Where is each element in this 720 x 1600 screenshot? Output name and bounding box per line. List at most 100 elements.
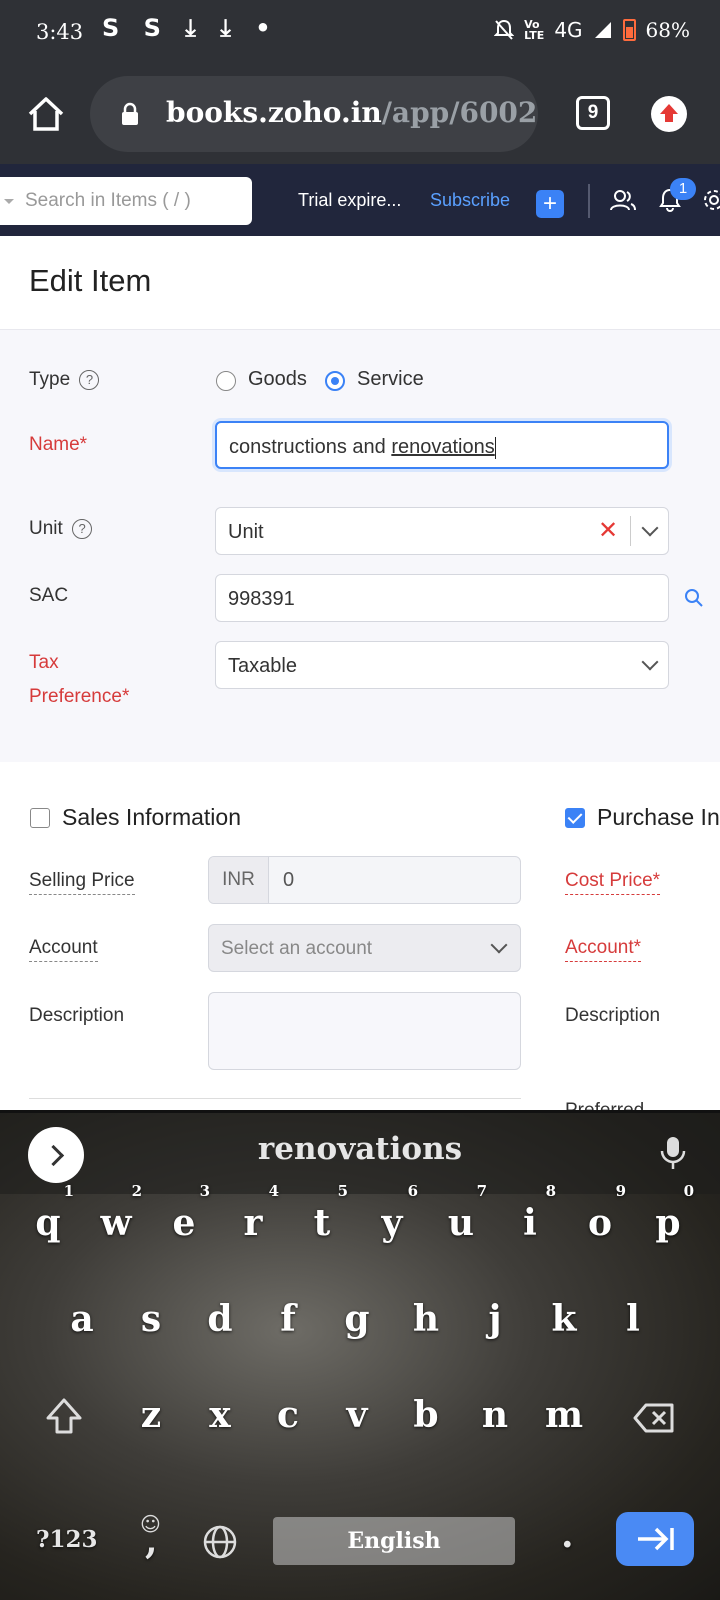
chevron-down-icon[interactable] — [641, 519, 659, 537]
users-icon[interactable] — [610, 188, 636, 212]
item-form: Type ? Goods Service Name* constructions… — [0, 330, 720, 762]
key-m[interactable]: m — [534, 1394, 594, 1436]
space-key[interactable]: English — [273, 1517, 515, 1565]
name-value-composing: renovations — [391, 436, 495, 458]
sales-info-checkbox[interactable] — [30, 808, 50, 828]
key-t[interactable]: 5t — [292, 1182, 352, 1244]
key-k[interactable]: k — [534, 1298, 594, 1340]
key-g[interactable]: g — [327, 1298, 387, 1340]
search-icon[interactable] — [684, 588, 704, 608]
key-u[interactable]: 7u — [431, 1182, 491, 1244]
key-label: i — [523, 1202, 537, 1244]
keyboard-suggestion-bar: renovations — [0, 1110, 720, 1194]
microphone-icon[interactable] — [660, 1135, 686, 1171]
help-icon[interactable]: ? — [79, 369, 100, 390]
chevron-down-icon[interactable] — [641, 653, 659, 671]
subscribe-link[interactable]: Subscribe — [430, 190, 510, 211]
key-label: q — [35, 1202, 61, 1244]
unit-select[interactable]: Unit ✕ — [215, 507, 669, 555]
key-a[interactable]: a — [52, 1298, 112, 1340]
tax-preference-select[interactable]: Taxable — [215, 641, 669, 689]
gear-icon[interactable] — [702, 188, 720, 212]
tax-value: Taxable — [228, 655, 297, 677]
quick-create-button[interactable]: + — [536, 190, 564, 218]
key-label: y — [381, 1202, 403, 1244]
globe-icon[interactable] — [202, 1524, 238, 1560]
url-text: books.zoho.in/app/600241 — [166, 96, 538, 129]
key-z[interactable]: z — [121, 1394, 181, 1436]
battery-percent: 68% — [645, 18, 690, 42]
home-icon[interactable] — [26, 94, 66, 134]
page-title: Edit Item — [29, 263, 152, 298]
key-p[interactable]: 0p — [638, 1182, 698, 1244]
radio-goods-label[interactable]: Goods — [248, 368, 307, 391]
trial-notice: Trial expire... — [298, 190, 402, 210]
key-v[interactable]: v — [327, 1394, 387, 1436]
key-x[interactable]: x — [190, 1394, 250, 1436]
purchase-account-label: Account* — [565, 937, 642, 962]
select-divider — [630, 516, 631, 546]
radio-service[interactable] — [325, 371, 345, 391]
tab-next-icon — [638, 1527, 674, 1551]
sales-account-select[interactable]: Select an account — [208, 924, 521, 972]
key-w[interactable]: 2w — [86, 1182, 146, 1244]
sales-info-title: Sales Information — [62, 804, 241, 830]
clear-icon[interactable]: ✕ — [598, 516, 618, 545]
search-input[interactable]: Search in Items ( / ) — [0, 177, 252, 225]
name-input[interactable]: constructions and renovations — [215, 421, 669, 469]
sales-account-placeholder: Select an account — [221, 938, 373, 959]
update-icon[interactable] — [651, 96, 687, 132]
key-hint: 0 — [683, 1182, 694, 1200]
address-bar[interactable]: books.zoho.in/app/600241 — [90, 76, 538, 152]
key-h[interactable]: h — [396, 1298, 456, 1340]
enter-key[interactable] — [616, 1512, 694, 1566]
tax-label-line1: Tax — [29, 652, 59, 673]
chevron-down-icon[interactable] — [490, 936, 508, 954]
key-b[interactable]: b — [396, 1394, 456, 1436]
key-s[interactable]: s — [121, 1298, 181, 1340]
key-y[interactable]: 6y — [362, 1182, 422, 1244]
key-label: w — [100, 1202, 132, 1244]
url-domain: books.zoho.in — [166, 96, 382, 129]
type-label-text: Type — [29, 369, 71, 390]
key-label: e — [172, 1202, 196, 1244]
radio-goods[interactable] — [216, 371, 236, 391]
key-o[interactable]: 9o — [570, 1182, 630, 1244]
key-hint: 4 — [268, 1182, 279, 1200]
key-l[interactable]: l — [603, 1298, 663, 1340]
shift-icon[interactable] — [44, 1396, 84, 1436]
selling-price-value: 0 — [283, 869, 295, 891]
browser-toolbar: books.zoho.in/app/600241 9 — [0, 64, 720, 164]
key-q[interactable]: 1q — [18, 1182, 78, 1244]
volte-icon: Vo LTE — [524, 18, 545, 42]
period-key[interactable]: . — [561, 1514, 574, 1556]
purchase-info-title: Purchase In — [597, 804, 720, 830]
sales-description-input[interactable] — [208, 992, 521, 1070]
selling-price-input[interactable]: INR 0 — [208, 856, 521, 904]
comma-key[interactable]: , — [145, 1520, 158, 1562]
name-value-prefix: constructions and — [229, 436, 392, 458]
key-i[interactable]: 8i — [500, 1182, 560, 1244]
key-f[interactable]: f — [258, 1298, 318, 1340]
app-header: Search in Items ( / ) Trial expire... Su… — [0, 164, 720, 236]
keyboard-suggestion[interactable]: renovations — [0, 1131, 720, 1167]
key-hint: 5 — [337, 1182, 348, 1200]
key-label: t — [313, 1202, 331, 1244]
key-c[interactable]: c — [258, 1394, 318, 1436]
radio-service-label[interactable]: Service — [357, 368, 424, 391]
help-icon[interactable]: ? — [72, 518, 93, 539]
name-label: Name* — [29, 434, 88, 455]
key-r[interactable]: 4r — [223, 1182, 283, 1244]
sac-input[interactable]: 998391 — [215, 574, 669, 622]
tab-switcher-button[interactable]: 9 — [576, 96, 610, 130]
unit-value: Unit — [228, 521, 264, 543]
purchase-info-checkbox[interactable] — [565, 808, 585, 828]
key-e[interactable]: 3e — [154, 1182, 214, 1244]
backspace-icon[interactable] — [632, 1402, 676, 1434]
symbols-key[interactable]: ?123 — [36, 1526, 98, 1553]
key-d[interactable]: d — [190, 1298, 250, 1340]
key-j[interactable]: j — [465, 1298, 525, 1340]
divider — [29, 1098, 521, 1099]
key-n[interactable]: n — [465, 1394, 525, 1436]
mute-icon — [494, 19, 515, 40]
